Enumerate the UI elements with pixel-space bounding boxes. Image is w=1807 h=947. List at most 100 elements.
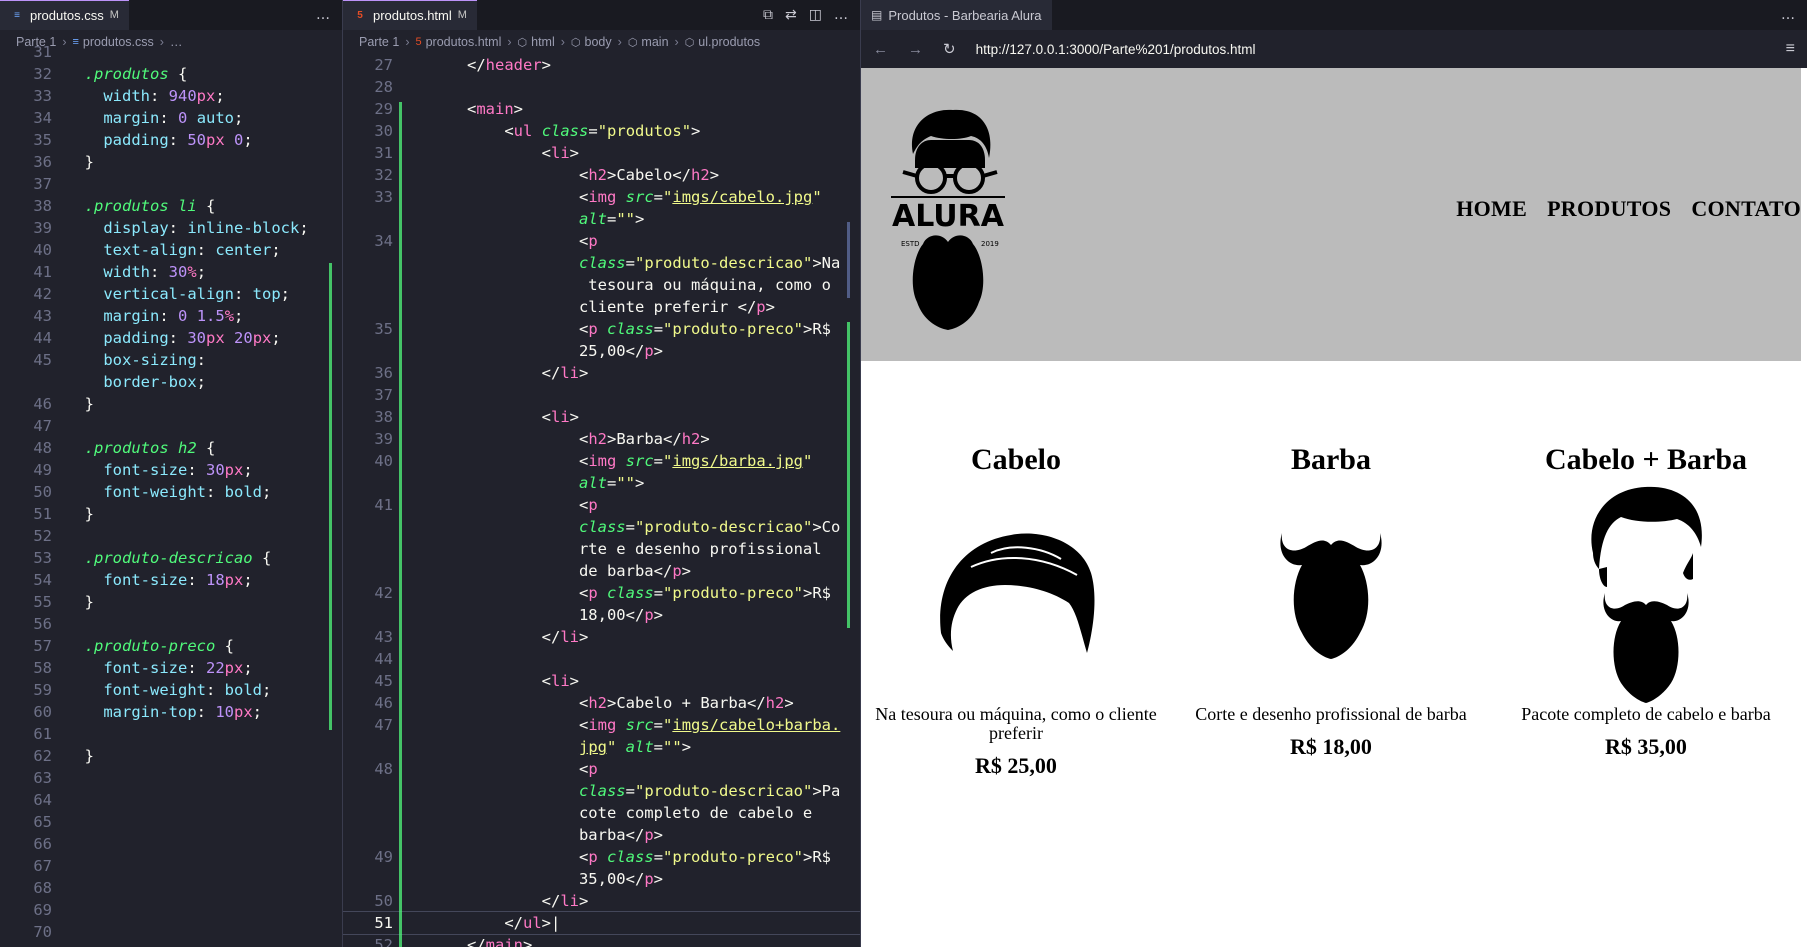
code-line[interactable]: 28 <box>343 76 860 98</box>
code-line[interactable]: 56 <box>0 613 342 635</box>
code-line[interactable]: 29 <main> <box>343 98 860 120</box>
more-actions-icon[interactable]: … <box>1781 7 1795 23</box>
code-line[interactable]: class="produto-descricao">Na <box>343 252 860 274</box>
code-line[interactable]: 36 </li> <box>343 362 860 384</box>
code-line[interactable]: barba</p> <box>343 824 860 846</box>
code-line[interactable]: jpg" alt=""> <box>343 736 860 758</box>
code-line[interactable]: 53 .produto-descricao { <box>0 547 342 569</box>
breadcrumb-body[interactable]: body <box>585 35 612 49</box>
code-line[interactable]: 36 } <box>0 151 342 173</box>
code-line[interactable]: 18,00</p> <box>343 604 860 626</box>
nav-produtos[interactable]: PRODUTOS <box>1547 196 1671 222</box>
code-line[interactable]: 35,00</p> <box>343 868 860 890</box>
code-line[interactable]: 68 <box>0 877 342 899</box>
code-line[interactable]: 58 font-size: 22px; <box>0 657 342 679</box>
code-line[interactable]: 37 <box>0 173 342 195</box>
code-line[interactable]: 32 <h2>Cabelo</h2> <box>343 164 860 186</box>
breadcrumb-ul[interactable]: ul.produtos <box>698 35 760 49</box>
compare-changes-icon[interactable]: ⇄ <box>785 7 797 23</box>
code-line[interactable]: 34 <p <box>343 230 860 252</box>
code-line[interactable]: 49 <p class="produto-preco">R$ <box>343 846 860 868</box>
css-code-area[interactable]: 31 32 .produtos {33 width: 940px; 34 margi… <box>0 41 342 941</box>
tab-produtos-html[interactable]: 5 produtos.html M <box>343 0 477 30</box>
code-line[interactable]: 32 .produtos { <box>0 63 342 85</box>
code-line[interactable]: 31 <box>0 41 342 63</box>
code-line[interactable]: 44 padding: 30px 20px; <box>0 327 342 349</box>
code-line[interactable]: 69 <box>0 899 342 921</box>
code-line[interactable]: 65 <box>0 811 342 833</box>
code-line[interactable]: 39 <h2>Barba</h2> <box>343 428 860 450</box>
code-line[interactable]: 38 <li> <box>343 406 860 428</box>
code-line[interactable]: cliente preferir </p> <box>343 296 860 318</box>
browser-tab[interactable]: ▤ Produtos - Barbearia Alura <box>861 0 1052 30</box>
code-line[interactable]: 48 <p <box>343 758 860 780</box>
code-line[interactable]: 47 <img src="imgs/cabelo+barba. <box>343 714 860 736</box>
url-field[interactable]: http://127.0.0.1:3000/Parte%201/produtos… <box>976 42 1786 57</box>
code-line[interactable]: 45 box-sizing: <box>0 349 342 371</box>
code-line[interactable]: 41 <p <box>343 494 860 516</box>
code-line[interactable]: 62 } <box>0 745 342 767</box>
code-line[interactable]: 42 vertical-align: top; <box>0 283 342 305</box>
nav-contato[interactable]: CONTATO <box>1691 196 1801 222</box>
code-line[interactable]: 33 <img src="imgs/cabelo.jpg" <box>343 186 860 208</box>
code-line[interactable]: 44 <box>343 648 860 670</box>
code-line[interactable]: 38 .produtos li { <box>0 195 342 217</box>
breadcrumb-folder[interactable]: Parte 1 <box>359 35 399 49</box>
code-line[interactable]: 54 font-size: 18px; <box>0 569 342 591</box>
breadcrumb-html[interactable]: html <box>531 35 555 49</box>
code-line[interactable]: 40 <img src="imgs/barba.jpg" <box>343 450 860 472</box>
code-line[interactable]: 60 margin-top: 10px; <box>0 701 342 723</box>
forward-icon[interactable]: → <box>908 41 923 58</box>
breadcrumb-main[interactable]: main <box>641 35 668 49</box>
code-line[interactable]: tesoura ou máquina, como o <box>343 274 860 296</box>
code-line[interactable]: 45 <li> <box>343 670 860 692</box>
code-line[interactable]: 67 <box>0 855 342 877</box>
code-line[interactable]: alt=""> <box>343 472 860 494</box>
breadcrumb-file[interactable]: produtos.html <box>426 35 502 49</box>
code-line[interactable]: 50 font-weight: bold; <box>0 481 342 503</box>
code-line[interactable]: 35 padding: 50px 0; <box>0 129 342 151</box>
menu-icon[interactable]: ≡ <box>1786 40 1795 58</box>
code-line[interactable]: 59 font-weight: bold; <box>0 679 342 701</box>
code-line[interactable]: 48 .produtos h2 { <box>0 437 342 459</box>
code-line[interactable]: 31 <li> <box>343 142 860 164</box>
code-line[interactable]: 43 </li> <box>343 626 860 648</box>
code-line[interactable]: 41 width: 30%; <box>0 261 342 283</box>
code-line[interactable]: 25,00</p> <box>343 340 860 362</box>
code-line[interactable]: 37 <box>343 384 860 406</box>
code-line[interactable]: 50 </li> <box>343 890 860 912</box>
code-line[interactable]: 27 </header> <box>343 54 860 76</box>
code-line[interactable]: 64 <box>0 789 342 811</box>
code-line[interactable]: 52 <box>0 525 342 547</box>
code-line[interactable]: 40 text-align: center; <box>0 239 342 261</box>
code-line[interactable]: rte e desenho profissional <box>343 538 860 560</box>
code-line[interactable]: border-box; <box>0 371 342 393</box>
more-actions-icon[interactable]: … <box>834 7 848 23</box>
code-line[interactable]: 51 } <box>0 503 342 525</box>
open-preview-icon[interactable]: ⧉ <box>763 7 773 23</box>
code-line[interactable]: 39 display: inline-block; <box>0 217 342 239</box>
more-actions-icon[interactable]: … <box>316 7 330 23</box>
code-line[interactable]: 52 </main> <box>343 934 860 947</box>
code-line[interactable]: 34 margin: 0 auto; <box>0 107 342 129</box>
code-line[interactable]: 55 } <box>0 591 342 613</box>
code-line[interactable]: 42 <p class="produto-preco">R$ <box>343 582 860 604</box>
code-line[interactable]: class="produto-descricao">Co <box>343 516 860 538</box>
code-line[interactable]: 49 font-size: 30px; <box>0 459 342 481</box>
code-line[interactable]: 57 .produto-preco { <box>0 635 342 657</box>
nav-home[interactable]: HOME <box>1456 196 1527 222</box>
code-line[interactable]: de barba</p> <box>343 560 860 582</box>
code-line[interactable]: alt=""> <box>343 208 860 230</box>
code-line[interactable]: 63 <box>0 767 342 789</box>
reload-icon[interactable]: ↻ <box>943 40 956 58</box>
html-code-area[interactable]: 27 </header> 28 29 <main> 30 <ul class="pro… <box>343 54 860 947</box>
code-line[interactable]: 30 <ul class="produtos"> <box>343 120 860 142</box>
code-line[interactable]: class="produto-descricao">Pa <box>343 780 860 802</box>
code-line[interactable]: 33 width: 940px; <box>0 85 342 107</box>
back-icon[interactable]: ← <box>873 41 888 58</box>
split-editor-icon[interactable]: ◫ <box>809 7 822 23</box>
code-line[interactable]: 61 <box>0 723 342 745</box>
code-line[interactable]: 47 <box>0 415 342 437</box>
code-line[interactable]: 46 } <box>0 393 342 415</box>
code-line[interactable]: 43 margin: 0 1.5%; <box>0 305 342 327</box>
